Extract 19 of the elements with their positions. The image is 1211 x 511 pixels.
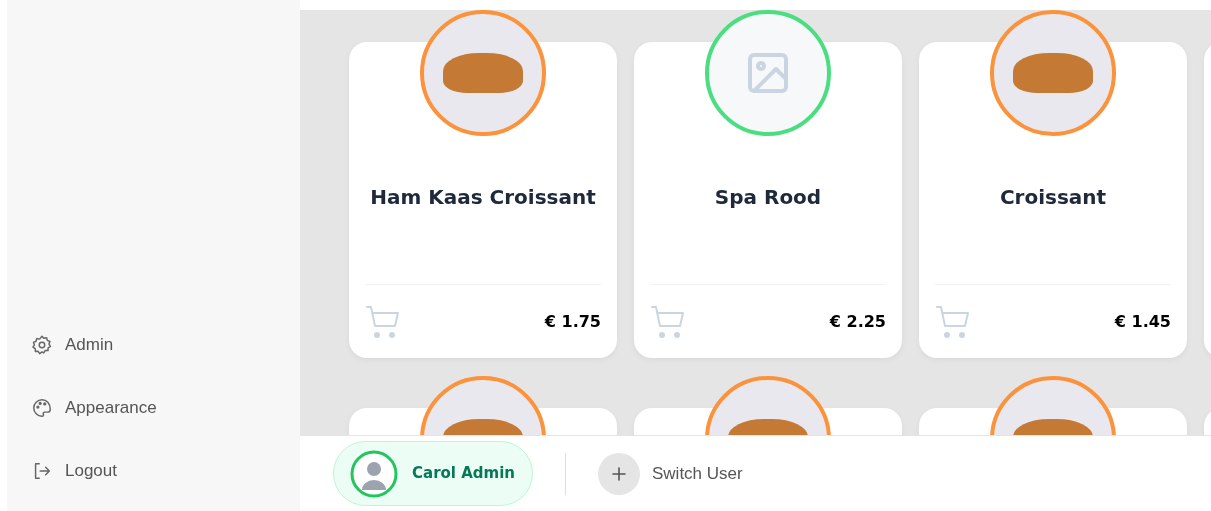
plus-icon [598,452,640,495]
palette-icon [31,396,53,419]
avatar-icon [350,449,398,498]
switch-user-button[interactable]: Switch User [598,452,743,495]
user-name: Carol Admin [412,463,515,485]
product-card[interactable]: Spa Rood € 2.25 [634,10,902,358]
product-card[interactable]: Croissant € 1.45 [919,10,1187,358]
product-price: € 1.75 [544,310,601,333]
product-price: € 2.25 [829,310,886,333]
product-card[interactable]: Ham Kaas Croissant € 1.75 [349,10,617,358]
product-price: € 1.45 [1114,310,1171,333]
product-name: Ham Kaas Croissant [370,184,596,211]
sidebar-item[interactable]: Appearance [31,389,300,426]
product-name: Croissant [999,184,1107,211]
gear-icon [31,333,53,356]
product-name: Spa Rood [714,184,822,211]
user-chip[interactable]: Carol Admin [333,441,533,506]
sidebar-item[interactable]: Admin [31,326,300,363]
sidebar-item[interactable]: Logout [31,452,300,489]
